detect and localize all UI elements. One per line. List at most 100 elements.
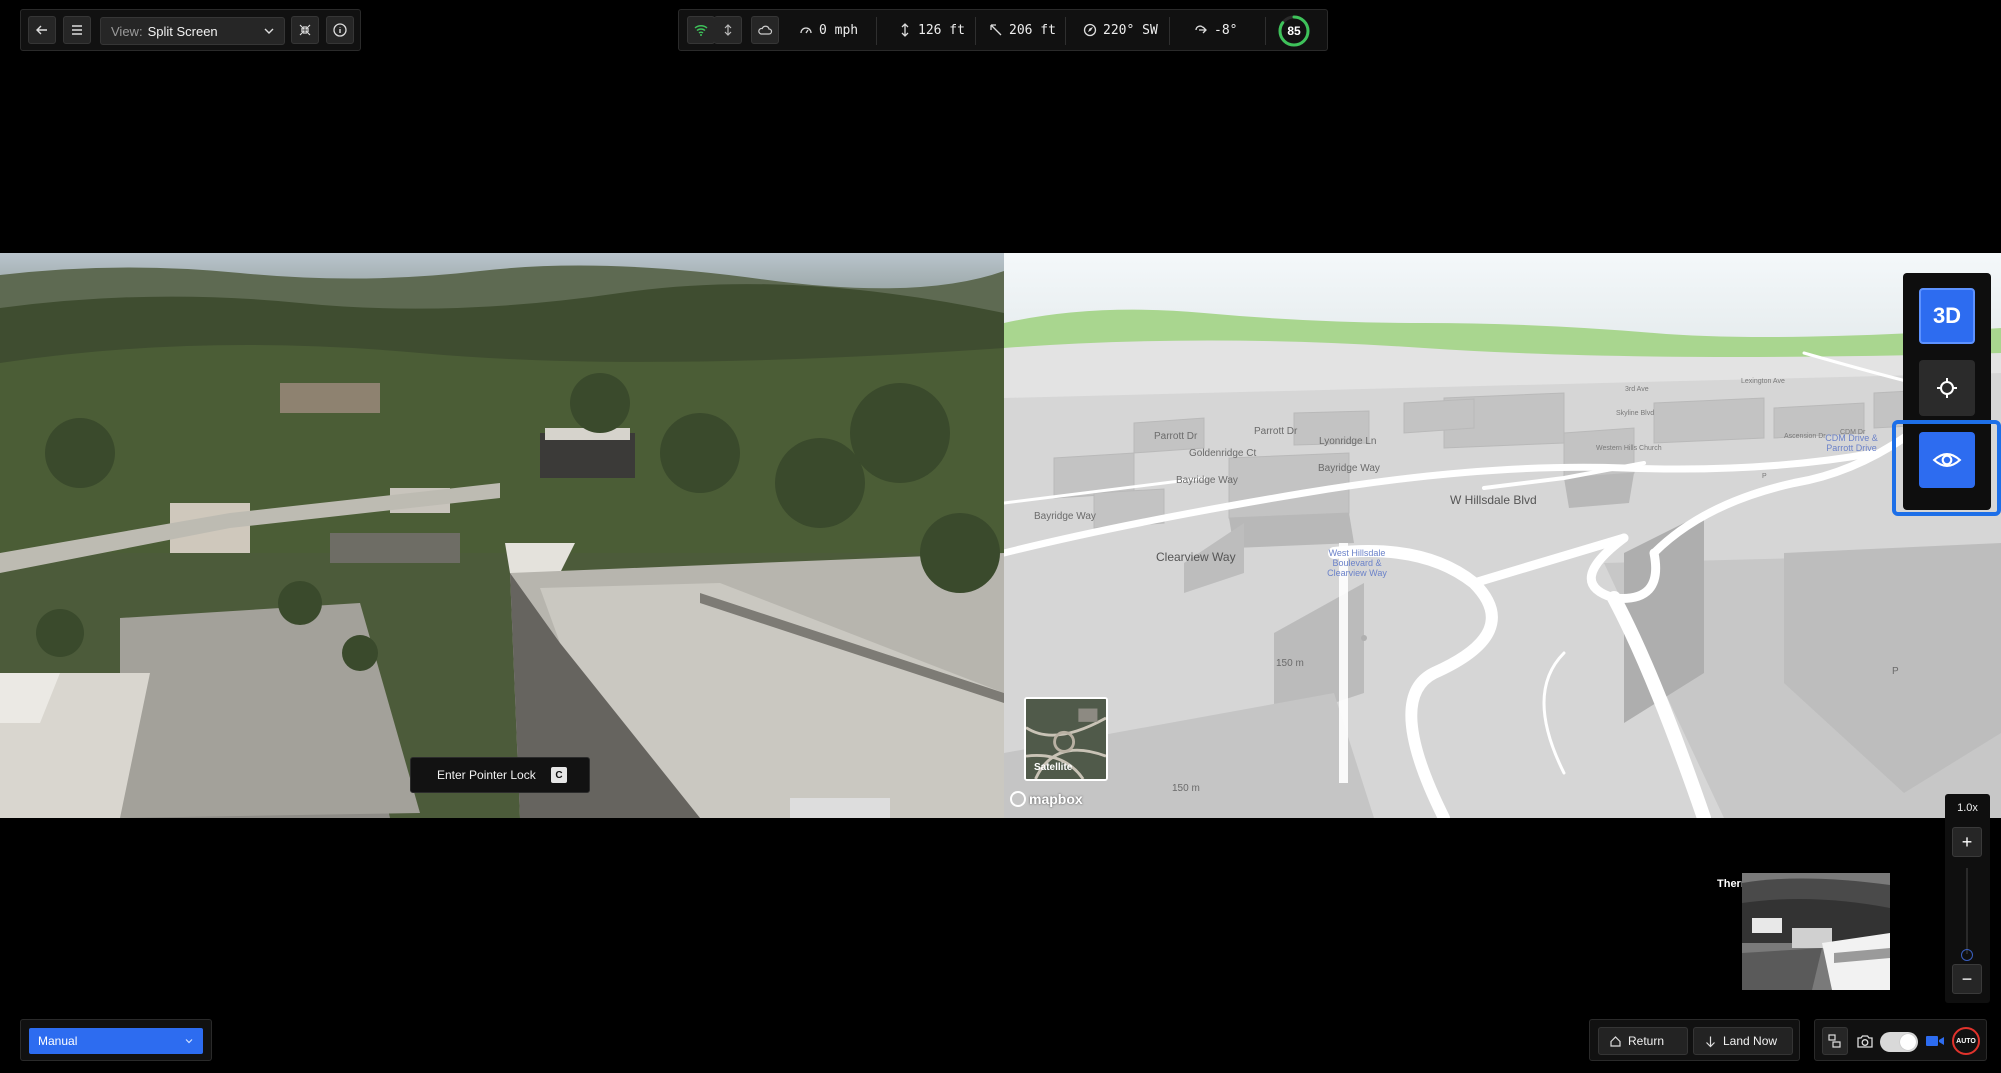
return-button[interactable]: Return (1598, 1027, 1688, 1055)
parking-symbol: P (1892, 666, 1899, 677)
street-label: W Hillsdale Blvd (1450, 493, 1537, 507)
contour-label: 150 m (1276, 658, 1304, 669)
telemetry-bar: 0 mph 126 ft 206 ft 220° SW -8° 85 (678, 9, 1328, 51)
map-poi-label: Western Hills Church (1596, 445, 1662, 452)
collapse-icon (299, 24, 311, 36)
return-label: Return (1628, 1034, 1665, 1048)
collapse-button[interactable] (291, 16, 319, 44)
heading-value: 220° SW (1103, 22, 1158, 38)
map-view[interactable]: Parrott Dr Parrott Dr Goldenridge Ct Lyo… (1004, 253, 2001, 818)
view-select-label: View: (111, 23, 143, 39)
contour-label: 150 m (1172, 783, 1200, 794)
street-label: Clearview Way (1156, 550, 1236, 564)
map-poi-label: CDM Drive & Parrott Drive (1825, 433, 1878, 453)
street-label: Bayridge Way (1318, 463, 1380, 474)
info-icon (333, 23, 347, 37)
cloud-icon (758, 25, 773, 35)
chevron-down-icon (264, 28, 274, 34)
wifi-signal-icon (694, 24, 708, 36)
auto-exposure-button[interactable]: AUTO (1952, 1027, 1980, 1055)
menu-icon (72, 25, 82, 35)
compass-icon (1083, 23, 1097, 37)
land-now-label: Land Now (1723, 1034, 1778, 1048)
zoom-out-button[interactable]: − (1952, 964, 1982, 994)
link-quality-icon (724, 24, 731, 36)
satellite-toggle[interactable]: Satellite (1024, 697, 1108, 781)
video-camera-icon[interactable] (1925, 1033, 1945, 1049)
mapbox-wordmark: mapbox (1029, 791, 1083, 807)
mapbox-attribution[interactable]: mapbox (1010, 791, 1083, 807)
street-label: Lyonridge Ln (1319, 436, 1377, 447)
map-3d-render (1004, 253, 2001, 818)
street-label: Bayridge Way (1034, 511, 1096, 522)
3d-toggle-button[interactable]: 3D (1919, 288, 1975, 344)
home-icon (1610, 1035, 1621, 1047)
photo-video-toggle[interactable] (1880, 1032, 1918, 1052)
camera-swap-icon (1828, 1034, 1841, 1048)
battery-percent: 85 (1287, 24, 1301, 38)
zoom-control: 1.0x + − (1945, 794, 1990, 1003)
weather-button[interactable] (751, 16, 779, 44)
view-select-value: Split Screen (147, 23, 218, 39)
menu-button[interactable] (63, 16, 91, 44)
altitude-icon (901, 23, 909, 37)
gimbal-value: -8° (1214, 22, 1238, 38)
camera-feed[interactable] (0, 253, 1004, 818)
back-arrow-icon (36, 25, 47, 35)
street-label: Skyline Blvd (1616, 410, 1655, 417)
zoom-level: 1.0x (1957, 802, 1978, 814)
thermal-preview[interactable] (1742, 873, 1890, 990)
street-label: Bayridge Way (1176, 475, 1238, 486)
arrow-down-icon (1706, 1036, 1715, 1047)
mapbox-logo-icon (1010, 791, 1026, 807)
parking-symbol: P (1762, 473, 1767, 480)
altitude-readout: 126 ft (898, 10, 965, 50)
flight-mode-select[interactable]: Manual (29, 1028, 203, 1054)
view-toolbar: View: Split Screen (20, 9, 361, 51)
street-label: Ascension Dr (1784, 433, 1826, 440)
crosshair-icon (1937, 378, 1957, 398)
street-label: Lexington Ave (1741, 378, 1785, 385)
flight-actions: Return Land Now (1589, 1019, 1800, 1061)
link-quality-button[interactable] (714, 16, 742, 44)
speed-value: 0 mph (819, 22, 859, 38)
signal-button[interactable] (687, 16, 715, 44)
toggle-knob (1900, 1034, 1916, 1050)
thermal-image (1742, 873, 1890, 990)
zoom-slider-handle[interactable] (1961, 949, 1973, 961)
3d-label: 3D (1932, 303, 1962, 328)
view-select[interactable]: View: Split Screen (100, 17, 285, 45)
heading-readout: 220° SW (1083, 10, 1158, 50)
pointer-lock-label: Enter Pointer Lock (437, 768, 536, 782)
info-button[interactable] (326, 16, 354, 44)
back-button[interactable] (28, 16, 56, 44)
camera-controls: AUTO (1814, 1019, 1987, 1061)
pointer-lock-button[interactable]: Enter Pointer Lock C (410, 757, 590, 793)
bus-stop-label: West Hillsdale Boulevard & Clearview Way (1327, 548, 1387, 578)
satellite-label: Satellite (1034, 762, 1073, 773)
gimbal-icon (1195, 25, 1207, 34)
pointer-lock-shortcut: C (551, 767, 567, 783)
zoom-in-button[interactable]: + (1952, 827, 1982, 857)
street-label: Parrott Dr (1154, 431, 1198, 442)
zoom-slider-track[interactable] (1966, 868, 1968, 954)
distance-icon (990, 24, 1002, 36)
land-now-button[interactable]: Land Now (1693, 1027, 1793, 1055)
flight-mode-panel: Manual (20, 1019, 212, 1061)
distance-value: 206 ft (1009, 22, 1056, 38)
street-label: Parrott Dr (1254, 426, 1298, 437)
speed-readout: 0 mph (799, 10, 858, 50)
street-label: Goldenridge Ct (1189, 448, 1257, 459)
focus-highlight (1892, 420, 2001, 516)
altitude-value: 126 ft (918, 22, 965, 38)
street-label: 3rd Ave (1625, 386, 1649, 393)
speedometer-icon (800, 27, 812, 34)
chevron-down-icon (185, 1039, 193, 1044)
recenter-button[interactable] (1919, 360, 1975, 416)
aerial-view-image (0, 253, 1004, 818)
distance-readout: 206 ft (989, 10, 1056, 50)
flight-mode-value: Manual (38, 1034, 78, 1048)
gimbal-readout: -8° (1194, 10, 1237, 50)
photo-camera-icon[interactable] (1856, 1033, 1874, 1049)
camera-settings-button[interactable] (1822, 1027, 1848, 1055)
